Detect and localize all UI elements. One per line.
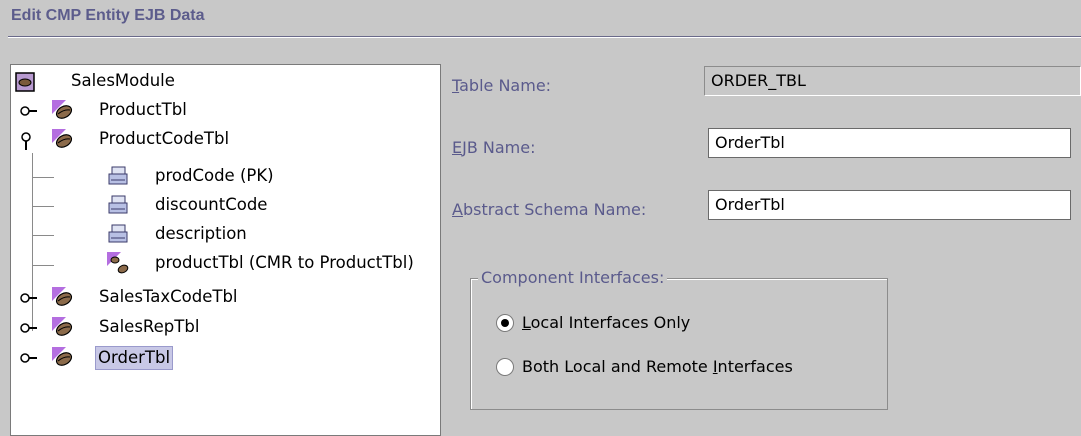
tree-node-salesmodule[interactable]: SalesModule	[15, 69, 435, 95]
tree-node-label: SalesModule	[71, 71, 175, 90]
tree-node-discountcode[interactable]: discountCode	[15, 193, 435, 219]
tree-node-label: SalesRepTbl	[99, 317, 200, 336]
expand-handle-icon[interactable]	[20, 352, 38, 364]
component-interfaces-group	[470, 278, 888, 410]
table-name-label: Table Name:	[452, 76, 552, 95]
tree-node-label: discountCode	[155, 195, 268, 214]
cmp-field-icon	[108, 195, 128, 214]
tree-node-label: prodCode (PK)	[155, 166, 274, 185]
expand-handle-icon[interactable]	[20, 292, 38, 304]
tree-node-label: SalesTaxCodeTbl	[99, 287, 238, 306]
page-title: Edit CMP Entity EJB Data	[11, 7, 205, 24]
tree-node-label: ProductTbl	[99, 100, 187, 119]
entity-bean-icon	[52, 100, 73, 119]
cmp-field-icon	[108, 224, 128, 243]
tree-node-label: ProductCodeTbl	[99, 129, 230, 148]
expand-handle-icon[interactable]	[20, 105, 38, 117]
tree-node-ordertbl[interactable]: OrderTbl	[15, 345, 435, 371]
entity-bean-icon	[52, 287, 73, 306]
abstract-schema-name-input[interactable]: OrderTbl	[708, 190, 1071, 220]
tree-node-salestaxcodetbl[interactable]: SalesTaxCodeTbl	[15, 285, 435, 311]
tree-node-producttbl-cmr[interactable]: productTbl (CMR to ProductTbl)	[15, 251, 435, 277]
tree-node-label: productTbl (CMR to ProductTbl)	[155, 253, 414, 272]
radio-label: Both Local and Remote Interfaces	[522, 357, 793, 376]
radio-selected-icon[interactable]	[496, 314, 514, 332]
component-interfaces-legend: Component Interfaces:	[478, 268, 668, 287]
tree-node-label-selected: OrderTbl	[95, 346, 174, 370]
tree-node-salesreptbl[interactable]: SalesRepTbl	[15, 315, 435, 341]
entity-bean-icon	[52, 347, 73, 366]
entity-bean-icon	[52, 129, 73, 148]
cmr-field-icon	[107, 252, 129, 274]
ejb-tree[interactable]: SalesModule ProductTbl ProductCodeTbl pr…	[10, 64, 441, 436]
radio-unselected-icon[interactable]	[496, 358, 514, 376]
tree-node-label: description	[155, 224, 247, 243]
module-icon	[15, 72, 35, 92]
ejb-name-label: EJB Name:	[452, 138, 536, 157]
collapse-handle-icon[interactable]	[20, 131, 32, 151]
tree-node-prodcode[interactable]: prodCode (PK)	[15, 164, 435, 190]
cmp-field-icon	[108, 166, 128, 185]
expand-handle-icon[interactable]	[20, 322, 38, 334]
abstract-schema-name-label: Abstract Schema Name:	[452, 200, 647, 219]
tree-node-producttbl[interactable]: ProductTbl	[15, 98, 435, 124]
tree-node-productcodetbl[interactable]: ProductCodeTbl	[15, 127, 435, 153]
radio-label: Local Interfaces Only	[522, 313, 691, 332]
entity-bean-icon	[52, 317, 73, 336]
ejb-name-input[interactable]: OrderTbl	[708, 128, 1071, 158]
title-divider	[8, 36, 1081, 38]
tree-node-description[interactable]: description	[15, 222, 435, 248]
table-name-field: ORDER_TBL	[704, 66, 1081, 96]
